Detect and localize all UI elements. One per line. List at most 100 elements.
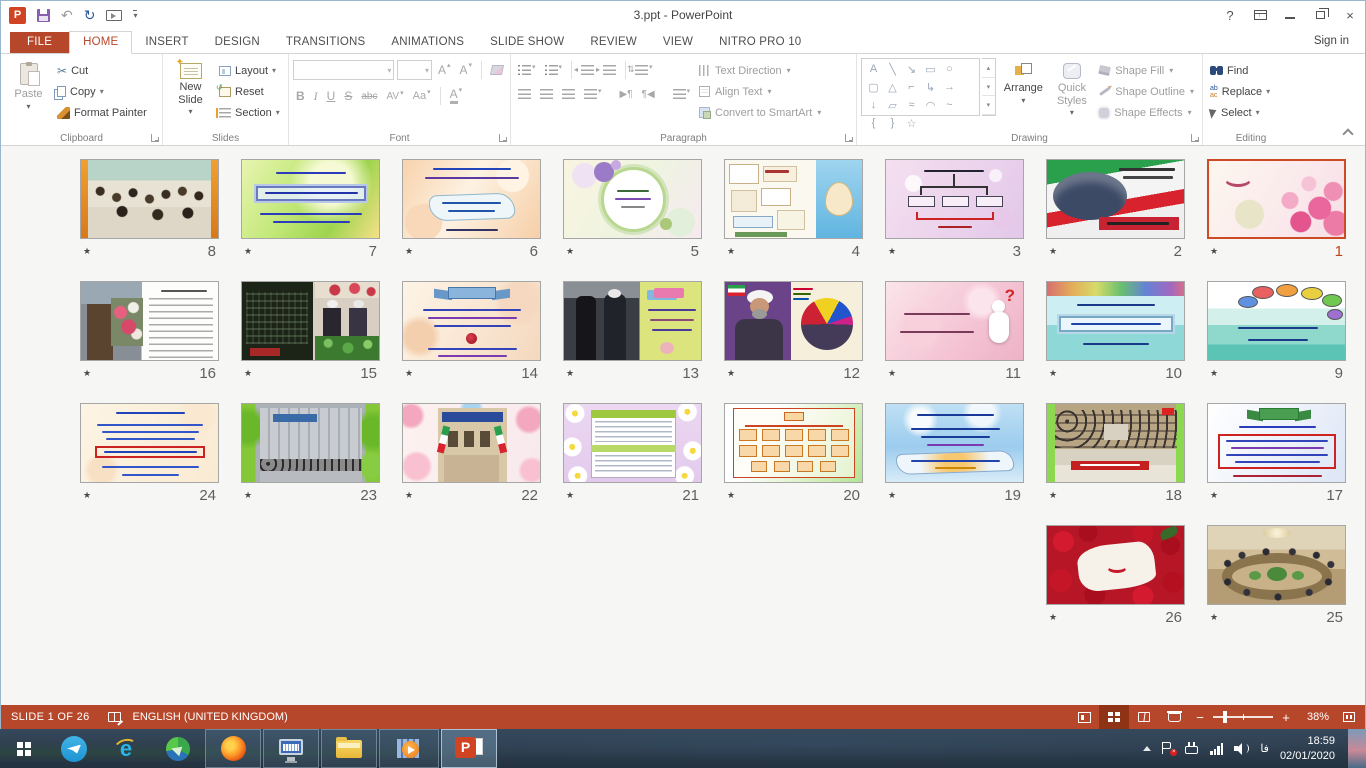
powerpoint-app-icon[interactable]: P xyxy=(9,7,26,24)
shape-gallery-item-6[interactable]: △ xyxy=(883,78,902,96)
slide-thumbnail-3-flowchart-pink-bokeh[interactable] xyxy=(885,159,1024,239)
slide-thumbnail-6-peach-floral-text-banner[interactable] xyxy=(402,159,541,239)
font-size-select[interactable]: ▾ xyxy=(397,60,432,80)
spell-check-icon[interactable] xyxy=(108,712,121,722)
zoom-in-button[interactable]: + xyxy=(1275,710,1297,725)
shape-gallery-item-15[interactable]: { xyxy=(864,114,883,132)
help-button[interactable]: ? xyxy=(1215,2,1245,29)
slide-thumbnail-15-parliament-clerics-photos[interactable] xyxy=(241,281,380,361)
undo-icon[interactable]: ↶ xyxy=(61,8,73,22)
taskbar-firefox[interactable] xyxy=(205,729,261,768)
taskbar-clock[interactable]: 18:5902/01/2020 xyxy=(1280,734,1337,764)
italic-button[interactable]: I xyxy=(311,87,321,106)
shapes-gallery-scroll[interactable]: ▴▾▾ xyxy=(982,58,997,116)
align-left-button[interactable] xyxy=(515,87,534,102)
shape-gallery-item-3[interactable]: ▭ xyxy=(921,60,940,78)
align-right-button[interactable] xyxy=(559,87,578,102)
zoom-percentage[interactable]: 38% xyxy=(1297,711,1339,723)
slide-thumbnail-5-floral-wreath-text[interactable] xyxy=(563,159,702,239)
bullets-button[interactable]: ▾ xyxy=(515,63,539,78)
slide-sorter-view-button[interactable] xyxy=(1099,705,1129,729)
tab-transitions[interactable]: TRANSITIONS xyxy=(273,32,379,53)
tab-animations[interactable]: ANIMATIONS xyxy=(378,32,477,53)
slide-thumbnail-1-pink-blossoms-title[interactable] xyxy=(1207,159,1346,239)
align-text-button[interactable]: Align Text▾ xyxy=(695,81,825,102)
taskbar-download-manager[interactable] xyxy=(152,729,204,768)
slide-thumbnail-14-ribbon-banner-rose-text[interactable] xyxy=(402,281,541,361)
tab-home[interactable]: HOME xyxy=(69,31,132,54)
taskbar-media-player[interactable] xyxy=(379,729,439,768)
tab-slide-show[interactable]: SLIDE SHOW xyxy=(477,32,577,53)
slide-thumbnail-26-rose-petals-end-card[interactable] xyxy=(1046,525,1185,605)
increase-indent-button[interactable] xyxy=(600,63,619,78)
shape-gallery-item-17[interactable]: ☆ xyxy=(902,114,921,132)
slide-thumbnail-2-iran-flag-group-photo[interactable] xyxy=(1046,159,1185,239)
tab-file[interactable]: FILE xyxy=(10,32,69,53)
redo-icon[interactable]: ↻ xyxy=(84,8,96,22)
shape-gallery-item-1[interactable]: ╲ xyxy=(883,60,902,78)
language-status[interactable]: ENGLISH (UNITED KINGDOM) xyxy=(133,711,288,723)
slide-thumbnail-20-org-chart-orange[interactable] xyxy=(724,403,863,483)
shape-gallery-scroll-0[interactable]: ▴ xyxy=(982,59,996,78)
tab-review[interactable]: REVIEW xyxy=(577,32,650,53)
zoom-slider-thumb[interactable] xyxy=(1223,711,1227,723)
tray-show-hidden-icons[interactable] xyxy=(1143,746,1151,751)
select-button[interactable]: Select▾ xyxy=(1207,102,1273,123)
font-name-select[interactable]: ▾ xyxy=(293,60,394,80)
numbering-button[interactable]: ▾ xyxy=(542,63,566,78)
shape-gallery-item-2[interactable]: ↘ xyxy=(902,60,921,78)
shape-gallery-item-8[interactable]: ↳ xyxy=(921,78,940,96)
sign-in-link[interactable]: Sign in xyxy=(1314,35,1349,47)
slide-thumbnail-8-meeting-group-photo[interactable] xyxy=(80,159,219,239)
slide-thumbnail-13-handshake-photo-yellow-panel[interactable] xyxy=(563,281,702,361)
shape-gallery-item-9[interactable]: → xyxy=(940,78,959,96)
save-icon[interactable] xyxy=(37,9,50,22)
taskbar-telegram[interactable] xyxy=(48,729,100,768)
reset-button[interactable]: Reset xyxy=(216,81,283,102)
fit-slide-to-window-button[interactable] xyxy=(1343,712,1355,722)
slide-thumbnail-25-conference-room-photo[interactable] xyxy=(1207,525,1346,605)
slide-thumbnail-16-podium-flowers-text-panel[interactable] xyxy=(80,281,219,361)
character-spacing-button[interactable]: AV▾ xyxy=(383,89,406,104)
restore-button[interactable] xyxy=(1305,2,1335,29)
action-center-flag-icon[interactable]: × xyxy=(1162,742,1174,755)
clipboard-dialog-launcher[interactable] xyxy=(151,134,159,142)
taskbar-file-explorer[interactable] xyxy=(321,729,377,768)
start-from-beginning-icon[interactable] xyxy=(106,10,122,21)
bold-button[interactable]: B xyxy=(293,87,308,105)
slide-thumbnail-12-cleric-portrait-pie-chart[interactable] xyxy=(724,281,863,361)
tab-design[interactable]: DESIGN xyxy=(202,32,273,53)
align-center-button[interactable] xyxy=(537,87,556,102)
columns-button[interactable]: ▾ xyxy=(670,87,694,102)
clear-formatting-button[interactable] xyxy=(488,63,506,77)
reading-view-button[interactable] xyxy=(1129,705,1159,729)
shape-effects-button[interactable]: Shape Effects▾ xyxy=(1095,102,1198,123)
slide-thumbnail-19-sky-text-wavy-banner[interactable] xyxy=(885,403,1024,483)
shape-gallery-item-12[interactable]: ≈ xyxy=(902,96,921,114)
shapes-gallery[interactable]: A╲↘▭○▢△⌐↳→↓▱≈◠~{}☆ xyxy=(861,58,980,116)
tab-nitro-pro[interactable]: NITRO PRO 10 xyxy=(706,32,814,53)
shape-gallery-item-0[interactable]: A xyxy=(864,60,883,78)
quick-styles-button[interactable]: Quick Styles ▾ xyxy=(1051,58,1094,130)
left-to-right-button[interactable]: ▶¶ xyxy=(617,87,636,102)
new-slide-button[interactable]: New Slide ▾ xyxy=(167,58,214,130)
tab-view[interactable]: VIEW xyxy=(650,32,706,53)
shape-gallery-item-10[interactable]: ↓ xyxy=(864,96,883,114)
shape-gallery-item-7[interactable]: ⌐ xyxy=(902,78,921,96)
tab-insert[interactable]: INSERT xyxy=(132,32,201,53)
section-button[interactable]: Section▾ xyxy=(216,102,283,123)
slide-thumbnail-18-parliament-session-photo[interactable] xyxy=(1046,403,1185,483)
paragraph-dialog-launcher[interactable] xyxy=(845,134,853,142)
shape-gallery-item-16[interactable]: } xyxy=(883,114,902,132)
font-dialog-launcher[interactable] xyxy=(499,134,507,142)
slide-thumbnail-17-green-ribbon-red-box-text[interactable] xyxy=(1207,403,1346,483)
close-button[interactable]: × xyxy=(1335,2,1365,29)
ribbon-display-options-button[interactable] xyxy=(1245,2,1275,29)
shadow-button[interactable]: S xyxy=(341,87,355,105)
minimize-button[interactable] xyxy=(1275,2,1305,29)
slide-thumbnail-24-text-paragraphs-red-box[interactable] xyxy=(80,403,219,483)
volume-icon[interactable] xyxy=(1234,742,1249,755)
shape-gallery-scroll-1[interactable]: ▾ xyxy=(982,78,996,97)
shape-gallery-item-4[interactable]: ○ xyxy=(940,60,959,78)
shape-gallery-item-5[interactable]: ▢ xyxy=(864,78,883,96)
